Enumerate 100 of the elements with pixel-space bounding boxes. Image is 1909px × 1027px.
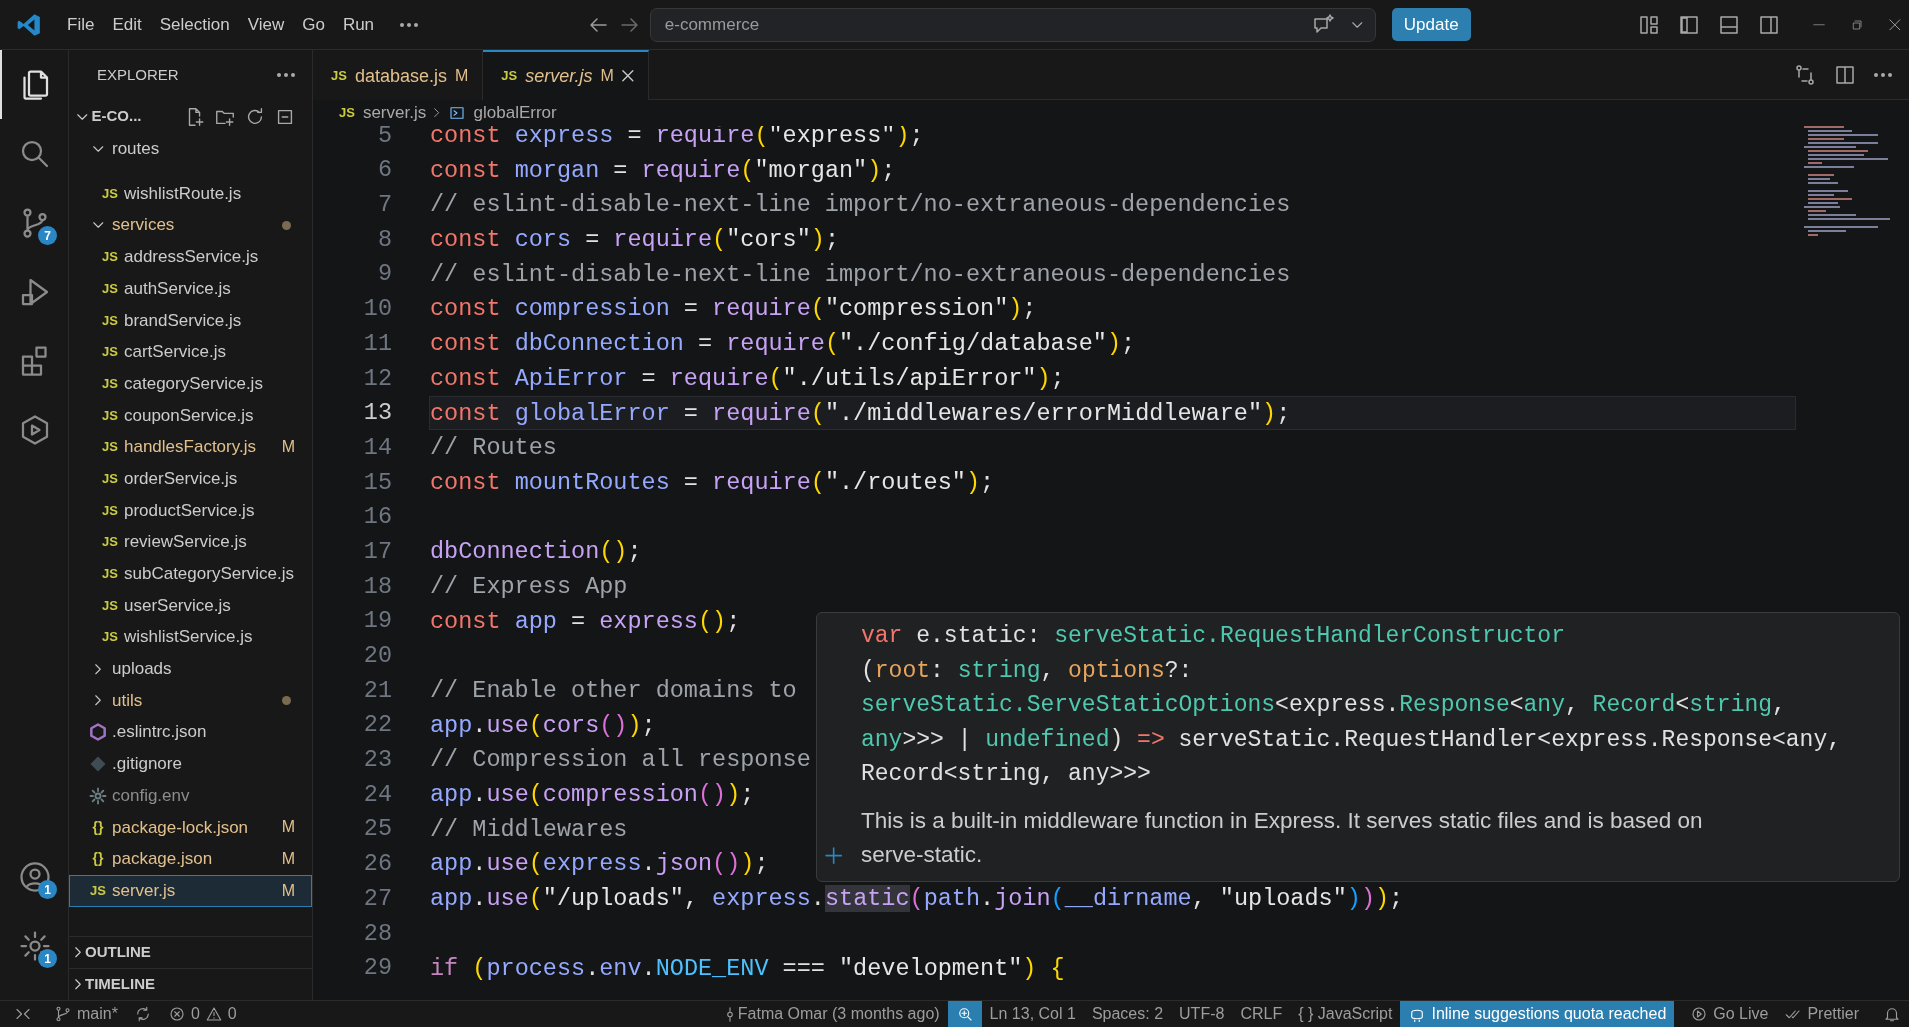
status-item[interactable]: Prettier xyxy=(1776,1001,1867,1027)
tree-entry[interactable]: JS subCategoryService.js xyxy=(69,557,312,590)
gear-icon xyxy=(88,785,108,806)
status-item[interactable]: Fatma Omar (3 months ago) xyxy=(718,1001,948,1027)
workspace-name[interactable]: E-CO... xyxy=(91,105,142,128)
menu-item[interactable]: Edit xyxy=(103,7,151,42)
chevron-right-icon xyxy=(95,695,101,706)
menu-item[interactable]: Go xyxy=(293,7,334,42)
settings-activity-button[interactable]: 1 xyxy=(0,911,68,980)
menu-item[interactable]: Run xyxy=(333,7,384,42)
more-actions-button[interactable] xyxy=(276,72,296,78)
folder-row[interactable]: utils xyxy=(69,684,312,717)
editor-tab[interactable]: JS database.js M xyxy=(313,50,484,100)
account-activity-button[interactable]: 1 xyxy=(0,842,68,911)
status-item[interactable]: Ln 13, Col 1 xyxy=(981,1001,1084,1027)
section-header[interactable]: OUTLINE xyxy=(69,936,312,968)
chevron-right-icon xyxy=(75,979,81,990)
folder-row[interactable]: uploads xyxy=(69,653,312,685)
line-number: 27 xyxy=(362,883,393,914)
tree-entry[interactable]: JS authService.js xyxy=(69,272,312,305)
more-icon[interactable] xyxy=(399,21,420,28)
tree-entry[interactable]: config.env xyxy=(69,779,312,812)
status-item[interactable]: Inline suggestions quota reached xyxy=(1400,1001,1675,1027)
tree-entry[interactable]: JS productService.js xyxy=(69,494,312,527)
minimize-icon xyxy=(1813,23,1826,26)
line-number: 23 xyxy=(362,745,393,776)
status-item[interactable]: main* xyxy=(46,1001,126,1027)
status-item[interactable] xyxy=(947,1001,982,1027)
tree-entry[interactable]: {} package-lock.json M xyxy=(69,811,312,844)
git-status: M xyxy=(281,817,295,838)
menu-item[interactable]: Selection xyxy=(150,7,239,42)
tree-entry[interactable]: JS userService.js xyxy=(69,589,312,622)
code-line: // Express App xyxy=(430,572,628,600)
plus-icon xyxy=(825,847,843,865)
status-item[interactable]: CRLF xyxy=(1232,1001,1291,1027)
bell-icon xyxy=(1883,1005,1901,1023)
js-file-icon: JS xyxy=(102,373,118,394)
tree-entry[interactable]: JS server.js M xyxy=(69,874,312,907)
js-file-icon: JS xyxy=(102,437,118,457)
code-line: const dbConnection = require("./config/database"); xyxy=(430,330,1136,358)
js-file-icon: JS xyxy=(102,627,118,647)
menu-item[interactable]: View xyxy=(238,7,294,42)
line-number: 21 xyxy=(362,675,393,706)
menu-item[interactable]: File xyxy=(58,7,104,42)
line-number: 28 xyxy=(362,918,393,949)
line-number: 5 xyxy=(376,126,393,151)
line-number: 15 xyxy=(362,467,393,498)
status-item[interactable]: { } JavaScript xyxy=(1290,1001,1401,1027)
code-line: const compression = require("compression"); xyxy=(430,295,1037,323)
folder-row[interactable]: routes xyxy=(69,133,312,165)
tree-entry[interactable]: {} package.json M xyxy=(69,843,312,875)
count-badge: 1 xyxy=(38,880,57,899)
signature-line: Record<string, any>>> xyxy=(861,760,1152,789)
chevron-right-icon xyxy=(434,108,440,118)
tree-entry[interactable]: JS wishlistRoute.js xyxy=(69,177,312,210)
tree-entry[interactable]: JS wishlistService.js xyxy=(69,621,312,653)
panel-title: EXPLORER xyxy=(97,64,179,85)
tree-entry[interactable]: JS cartService.js xyxy=(69,336,312,368)
chevron-right-icon xyxy=(95,663,101,675)
line-number: 16 xyxy=(362,502,393,533)
code-line: // eslint-disable-next-line import/no-extraneous-dependencies xyxy=(430,260,1291,288)
hexagon-icon xyxy=(88,722,108,743)
tree-entry[interactable]: .eslintrc.json xyxy=(69,716,312,749)
js-file-icon: JS xyxy=(102,500,118,521)
line-number: 8 xyxy=(376,224,393,255)
line-number: 22 xyxy=(362,710,393,741)
tree-entry[interactable]: JS handlesFactory.js M xyxy=(69,431,312,463)
editor-tab[interactable]: JS server.js M xyxy=(483,50,649,100)
line-number: 6 xyxy=(376,155,393,186)
scm-activity-button[interactable]: 7 xyxy=(0,188,68,257)
status-item[interactable]: Go Live xyxy=(1682,1001,1777,1027)
breadcrumb-item[interactable]: globalError xyxy=(447,100,557,126)
line-number: 9 xyxy=(376,259,393,290)
tree-entry[interactable]: JS brandService.js xyxy=(69,304,312,337)
status-item[interactable]: UTF-8 xyxy=(1171,1001,1233,1027)
command-center[interactable]: e-commerce xyxy=(649,7,1376,42)
breadcrumb-item[interactable]: JS server.js xyxy=(339,100,427,126)
line-number: 7 xyxy=(376,190,393,221)
commit-icon xyxy=(726,1006,733,1022)
status-item[interactable]: Spaces: 2 xyxy=(1083,1001,1172,1027)
tree-entry[interactable]: JS categoryService.js xyxy=(69,367,312,400)
status-item[interactable]: 0 0 xyxy=(159,1001,245,1027)
diamond-icon xyxy=(89,754,107,773)
code-line: app.use("/uploads", express.static(path.join(__dirname, "uploads"))); xyxy=(430,885,1404,913)
tree-entry[interactable]: JS orderService.js xyxy=(69,462,312,495)
update-button[interactable]: Update xyxy=(1391,7,1471,42)
js-file-icon: JS xyxy=(102,405,118,426)
folder-row[interactable]: services xyxy=(69,209,312,242)
js-file-icon: JS xyxy=(102,310,118,331)
tree-entry[interactable]: JS addressService.js xyxy=(69,241,312,273)
code-line: const cors = require("cors"); xyxy=(430,226,840,254)
tree-entry[interactable]: .gitignore xyxy=(69,748,312,780)
code-line: app.use(compression()); xyxy=(430,781,755,809)
line-number: 14 xyxy=(362,432,393,463)
code-line: // Routes xyxy=(430,434,557,462)
tree-entry[interactable]: JS couponService.js xyxy=(69,399,312,432)
line-number: 20 xyxy=(362,641,393,672)
line-number: 18 xyxy=(362,571,393,602)
git-status: M xyxy=(281,880,295,901)
tree-entry[interactable]: JS reviewService.js xyxy=(69,526,312,558)
